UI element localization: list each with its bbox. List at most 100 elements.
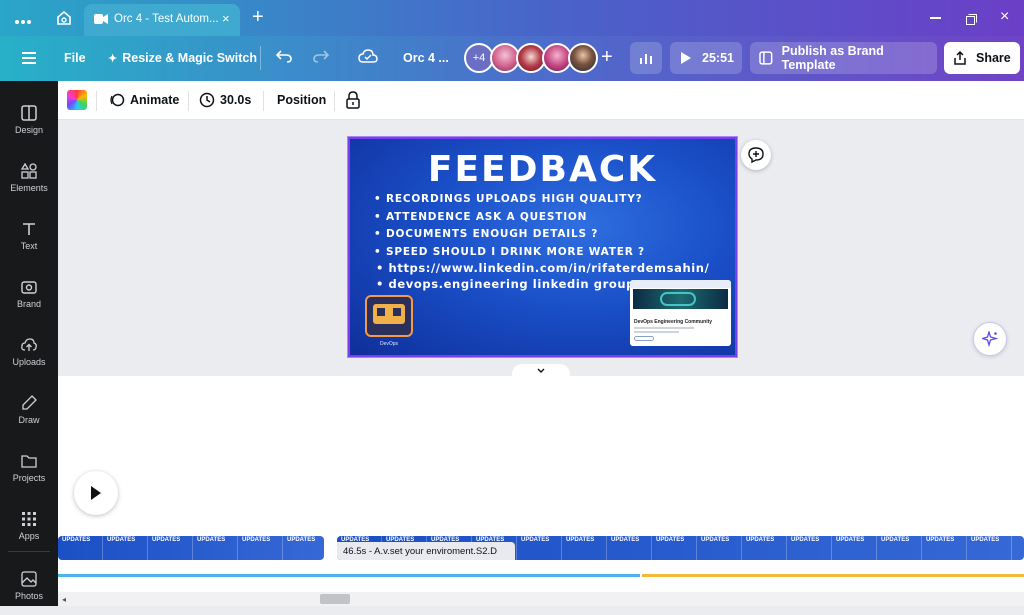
design-icon [21,105,37,121]
sidebar-item-label: Text [20,241,38,251]
clip-tooltip: 46.5s - A.v.set your enviroment.S2.D [337,542,515,560]
file-menu-button[interactable]: File [64,51,86,65]
undo-icon[interactable] [275,49,292,68]
context-divider [334,91,335,111]
context-divider [188,91,189,111]
brand-icon [21,281,37,294]
insights-button[interactable] [630,42,662,74]
slide-bullet[interactable]: • RECORDINGS UPLOADS HIGH QUALITY? [374,193,643,205]
slide-bullet[interactable]: • https://www.linkedin.com/in/rifaterdem… [376,261,709,275]
slide-bullet[interactable]: • devops.engineering linkedin group [376,277,635,291]
add-comment-button[interactable] [741,140,771,170]
sidebar-item-elements[interactable]: Elements [0,149,58,207]
animate-icon [110,93,125,107]
minimize-icon[interactable] [930,17,941,19]
cloud-saved-icon[interactable] [358,49,378,70]
frame-label: UPDATES [656,537,685,543]
close-tab-icon[interactable]: × [222,11,230,26]
redo-icon[interactable] [313,49,330,68]
sidebar-item-draw[interactable]: Draw [0,381,58,439]
horizontal-scrollbar[interactable]: ◂ [58,592,1024,606]
sidebar-item-label: Apps [18,531,40,541]
context-divider [263,91,264,111]
frame-label: UPDATES [746,537,775,543]
animate-label: Animate [130,93,180,107]
share-button[interactable]: Share [944,42,1020,74]
card-title: DevOps Engineering Community [634,319,713,325]
video-icon [94,13,108,28]
home-icon[interactable] [55,9,73,32]
uploads-icon [21,338,37,351]
add-collaborator-icon[interactable]: + [601,46,613,69]
publish-label: Publish as Brand Template [781,44,884,72]
share-label: Share [976,51,1011,65]
avatar[interactable] [568,43,598,73]
magic-assistant-button[interactable] [973,322,1007,356]
sparkle-icon [982,331,998,347]
present-button[interactable]: 25:51 [670,42,742,74]
template-icon [759,51,773,65]
sidebar-item-photos[interactable]: Photos [0,557,58,615]
sidebar-item-label: Projects [12,473,46,483]
devops-logo[interactable]: DevOps [363,292,415,347]
duration-button[interactable]: 30.0s [199,92,251,108]
close-window-icon[interactable]: × [1000,8,1009,26]
scrollbar-thumb[interactable] [320,594,350,604]
text-icon [23,223,35,235]
editor-toolbar: File ✦ Resize & Magic Switch Orc 4 ... +… [0,36,1024,81]
animate-button[interactable]: Animate [109,92,179,108]
photos-icon [21,571,37,587]
slide-bullet[interactable]: • ATTENDENCE ASK A QUESTION [374,211,587,223]
slide-bullet[interactable]: • DOCUMENTS ENOUGH DETAILS ? [374,228,598,240]
slide-title[interactable]: FEEDBACK [350,149,735,190]
lock-icon[interactable] [346,91,360,114]
sidebar-item-uploads[interactable]: Uploads [0,323,58,381]
magic-sparkle-icon: ✦ [108,52,118,65]
resize-label: Resize & Magic Switch [122,51,257,65]
frame-label: UPDATES [971,537,1000,543]
chevron-down-icon [537,368,545,373]
publish-brand-template-button[interactable]: Publish as Brand Template [750,42,937,74]
scroll-left-icon[interactable]: ◂ [62,595,66,604]
sidebar-item-design[interactable]: Design [0,91,58,149]
slide-canvas[interactable]: FEEDBACK • RECORDINGS UPLOADS HIGH QUALI… [347,136,738,358]
sidebar-divider [8,551,50,552]
frame-label: UPDATES [62,537,91,543]
tab-active-document[interactable]: Orc 4 - Test Autom... × [84,4,240,36]
audio-track-blue[interactable] [58,574,640,577]
tab-title: Orc 4 - Test Autom... [114,13,219,25]
element-context-bar: Animate 30.0s Position [58,81,1024,120]
browser-tab-bar: Orc 4 - Test Autom... × + × [0,0,1024,36]
logo-caption: DevOps [379,341,399,347]
sidebar-item-brand[interactable]: Brand [0,265,58,323]
frame-label: UPDATES [197,537,226,543]
restore-icon[interactable] [966,12,977,30]
sidebar-item-apps[interactable]: Apps [0,497,58,555]
position-button[interactable]: Position [277,93,326,107]
document-title[interactable]: Orc 4 ... [403,51,449,65]
frame-label: UPDATES [926,537,955,543]
comment-plus-icon [748,147,764,163]
projects-icon [21,455,37,468]
timeline-clip[interactable]: UPDATES UPDATES UPDATES UPDATES UPDATES … [58,536,324,560]
more-menu-icon[interactable] [14,12,32,30]
timeline-panel: UPDATES UPDATES UPDATES UPDATES UPDATES … [58,376,1024,606]
color-picker-icon[interactable] [67,90,87,110]
linkedin-group-card[interactable]: DevOps Engineering Community [630,280,731,346]
play-button[interactable] [74,471,118,515]
present-time: 25:51 [702,51,734,65]
frame-label: UPDATES [242,537,271,543]
slide-bullet[interactable]: • SPEED SHOULD I DRINK MORE WATER ? [374,246,645,258]
audio-track-yellow[interactable] [642,574,1024,577]
new-tab-icon[interactable]: + [252,6,264,29]
sidebar-item-projects[interactable]: Projects [0,439,58,497]
left-sidebar: Design Elements Text Brand Uploads Draw … [0,81,58,606]
sidebar-item-text[interactable]: Text [0,207,58,265]
sidebar-item-label: Elements [10,183,48,193]
timeline-clip[interactable]: UPDATES UPDATES UPDATES UPDATES UPDATES … [337,536,1024,560]
draw-icon [22,395,37,410]
hamburger-menu-icon[interactable] [22,51,36,69]
sidebar-item-label: Draw [18,415,40,425]
frame-label: UPDATES [521,537,550,543]
resize-magic-switch-button[interactable]: ✦ Resize & Magic Switch [108,51,257,65]
